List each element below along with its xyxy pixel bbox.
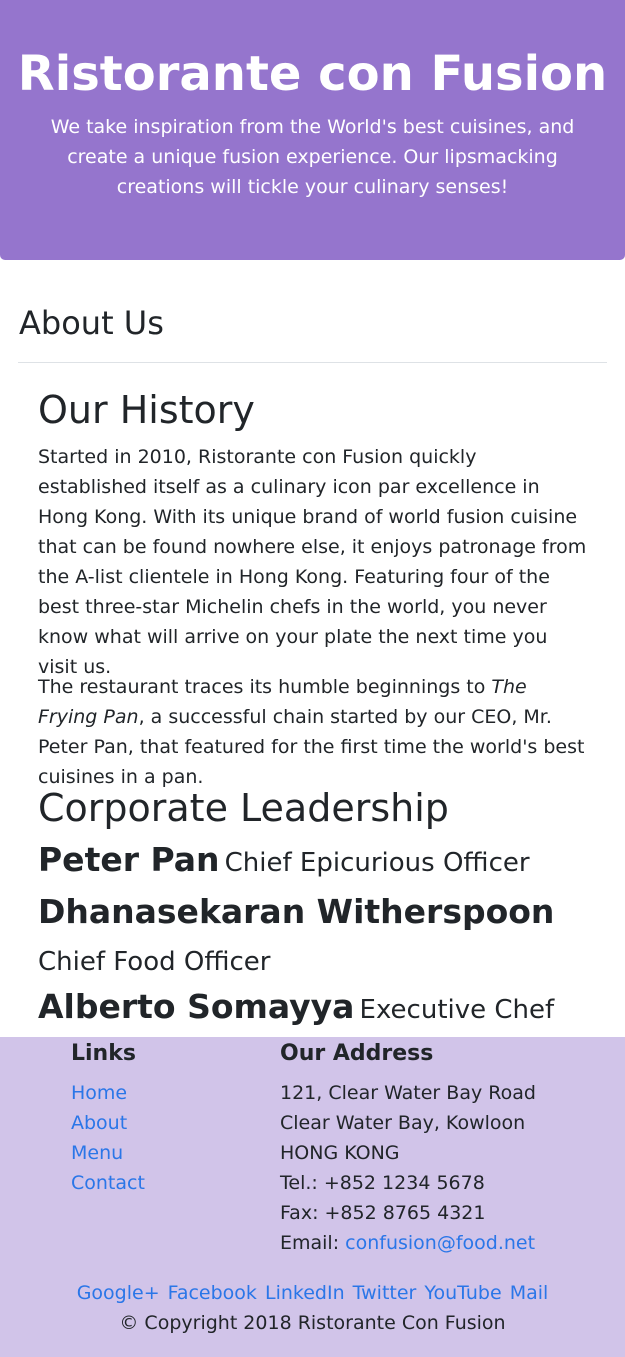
leader-item: Dhanasekaran Witherspoon Chief Food Offi… xyxy=(38,890,598,987)
leader-name: Dhanasekaran Witherspoon xyxy=(38,892,555,931)
social-link-twitter[interactable]: Twitter xyxy=(353,1282,417,1304)
social-link-googleplus[interactable]: Google+ xyxy=(77,1282,160,1304)
footer: Links Home About Menu Contact Our Addres… xyxy=(0,1037,625,1357)
leader-item: Alberto Somayya Executive Chef xyxy=(38,985,598,1035)
history-text-before: The restaurant traces its humble beginni… xyxy=(38,676,492,698)
page-title: About Us xyxy=(19,304,164,342)
address-email-row: Email: confusion@food.net xyxy=(280,1228,536,1258)
history-paragraph: Started in 2010, Ristorante con Fusion q… xyxy=(38,446,587,678)
address-country: HONG KONG xyxy=(280,1142,400,1164)
links-heading: Links xyxy=(71,1041,136,1066)
address-district: Clear Water Bay, Kowloon xyxy=(280,1112,526,1134)
footer-links: Home About Menu Contact xyxy=(71,1078,145,1198)
footer-link-about[interactable]: About xyxy=(71,1112,127,1134)
leader-name: Peter Pan xyxy=(38,840,220,879)
social-link-facebook[interactable]: Facebook xyxy=(168,1282,257,1304)
leader-role: Chief Food Officer xyxy=(38,947,271,977)
address-street: 121, Clear Water Bay Road xyxy=(280,1082,536,1104)
footer-link-contact[interactable]: Contact xyxy=(71,1172,145,1194)
leadership-heading: Corporate Leadership xyxy=(38,786,449,830)
email-label: Email: xyxy=(280,1232,346,1254)
address-phone: Tel.: +852 1234 5678 xyxy=(280,1172,485,1194)
site-title: Ristorante con Fusion xyxy=(17,46,608,102)
leader-name: Alberto Somayya xyxy=(38,987,355,1026)
email-link[interactable]: confusion@food.net xyxy=(345,1232,535,1254)
leader-role: Executive Chef xyxy=(359,995,555,1025)
social-links: Google+ Facebook LinkedIn Twitter YouTub… xyxy=(0,1278,625,1308)
history-paragraph-2: The restaurant traces its humble beginni… xyxy=(38,672,590,792)
footer-link-menu[interactable]: Menu xyxy=(71,1142,123,1164)
social-link-linkedin[interactable]: LinkedIn xyxy=(265,1282,345,1304)
address-block: 121, Clear Water Bay Road Clear Water Ba… xyxy=(280,1078,536,1258)
jumbotron: Ristorante con Fusion We take inspiratio… xyxy=(0,0,625,260)
address-heading: Our Address xyxy=(280,1041,434,1066)
leader-item: Peter Pan Chief Epicurious Officer xyxy=(38,838,598,888)
social-link-mail[interactable]: Mail xyxy=(510,1282,549,1304)
history-heading: Our History xyxy=(38,388,255,432)
address-fax: Fax: +852 8765 4321 xyxy=(280,1202,486,1224)
divider xyxy=(18,362,607,363)
copyright-text: © Copyright 2018 Ristorante Con Fusion xyxy=(119,1312,506,1334)
footer-link-home[interactable]: Home xyxy=(71,1082,127,1104)
site-tagline: We take inspiration from the World's bes… xyxy=(50,116,575,198)
social-link-youtube[interactable]: YouTube xyxy=(424,1282,501,1304)
leader-role: Chief Epicurious Officer xyxy=(224,848,530,878)
